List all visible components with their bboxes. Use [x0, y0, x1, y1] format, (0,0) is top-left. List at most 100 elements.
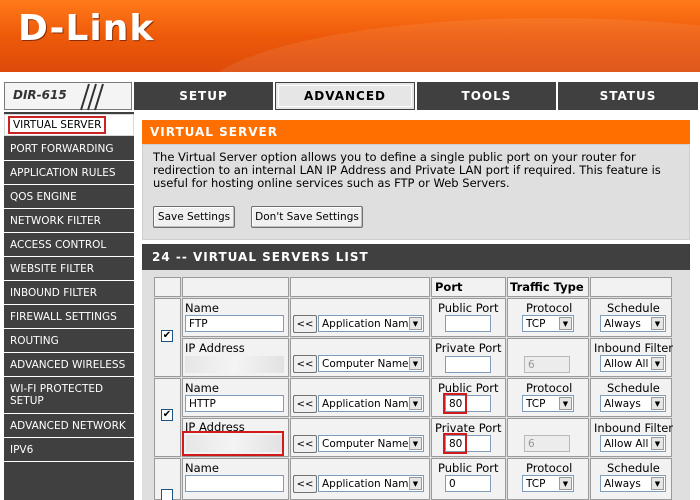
row1-public-port-input[interactable] — [445, 315, 491, 332]
chevron-down-icon: ▼ — [651, 317, 664, 330]
tab-status[interactable]: STATUS — [558, 82, 698, 110]
sidebar-item-wifi-protected-setup[interactable]: WI-FI PROTECTED SETUP — [4, 377, 134, 414]
row1-application-name-select[interactable]: Application Name ▼ — [318, 315, 424, 332]
row2-computer-copy-button[interactable]: << — [293, 435, 317, 453]
sidebar-item-advanced-wireless[interactable]: ADVANCED WIRELESS — [4, 353, 134, 377]
model-label: DIR-615 — [13, 88, 67, 102]
sidebar-item-advanced-network[interactable]: ADVANCED NETWORK — [4, 414, 134, 438]
row3-schedule-select[interactable]: Always ▼ — [600, 475, 666, 492]
row1-protocol-value: TCP — [526, 317, 546, 330]
row2-public-port-highlight — [443, 393, 467, 414]
row2-computer-name-value: Computer Name — [322, 437, 409, 450]
sidebar-item-firewall-settings[interactable]: FIREWALL SETTINGS — [4, 305, 134, 329]
sidebar-item-inbound-filter[interactable]: INBOUND FILTER — [4, 281, 134, 305]
sidebar-item-label: INBOUND FILTER — [10, 286, 98, 299]
tab-advanced-frame — [278, 85, 412, 107]
model-badge: DIR-615 — [4, 82, 132, 111]
tab-advanced[interactable]: ADVANCED — [275, 82, 415, 110]
chevron-down-icon: ▼ — [559, 397, 572, 410]
nav-row: DIR-615 SETUP ADVANCED TOOLS STATUS — [0, 80, 700, 112]
traffic-type-header: Traffic Type — [510, 280, 584, 294]
row3-public-port-input[interactable]: 0 — [445, 475, 491, 492]
row2-protocol-number-input: 6 — [524, 435, 570, 452]
tab-setup[interactable]: SETUP — [134, 82, 273, 110]
slashes-icon — [80, 83, 104, 111]
row3-protocol-label: Protocol — [526, 461, 573, 475]
row1-computer-name-select[interactable]: Computer Name ▼ — [318, 355, 424, 372]
row2-protocol-select[interactable]: TCP ▼ — [522, 395, 574, 412]
sidebar-item-label: ADVANCED WIRELESS — [10, 358, 126, 371]
row1-enable-checkbox[interactable]: ✔ — [161, 330, 173, 342]
sidebar-item-access-control[interactable]: ACCESS CONTROL — [4, 233, 134, 257]
row2-application-name-select[interactable]: Application Name ▼ — [318, 395, 424, 412]
row3-application-name-select[interactable]: Application Name ▼ — [318, 475, 424, 492]
row1-schedule-label: Schedule — [607, 301, 660, 315]
row1-application-name-value: Application Name — [322, 317, 415, 330]
row2-schedule-value: Always — [604, 397, 641, 410]
row2-app-copy-button[interactable]: << — [293, 395, 317, 413]
row3-protocol-select[interactable]: TCP ▼ — [522, 475, 574, 492]
row1-inbound-filter-select[interactable]: Allow All ▼ — [600, 355, 666, 372]
row3-schedule-label: Schedule — [607, 461, 660, 475]
row3-name-label: Name — [185, 461, 219, 475]
row3-app-copy-button[interactable]: << — [293, 475, 317, 493]
sidebar-item-label: IPV6 — [10, 443, 34, 456]
tab-tools[interactable]: TOOLS — [417, 82, 556, 110]
row3-schedule-value: Always — [604, 477, 641, 490]
save-settings-button[interactable]: Save Settings — [153, 206, 235, 228]
row2-name-input[interactable]: HTTP — [185, 395, 284, 412]
chevron-down-icon: ▼ — [651, 357, 664, 370]
sidebar-item-network-filter[interactable]: NETWORK FILTER — [4, 209, 134, 233]
row1-name-input[interactable]: FTP — [185, 315, 284, 332]
sidebar-item-label: QOS ENGINE — [10, 190, 77, 203]
row2-enable-checkbox[interactable]: ✔ — [161, 409, 173, 421]
sidebar-item-qos-engine[interactable]: QOS ENGINE — [4, 185, 134, 209]
dont-save-settings-button[interactable]: Don't Save Settings — [251, 206, 363, 228]
row3-name-input[interactable] — [185, 475, 284, 492]
sidebar-item-label: APPLICATION RULES — [10, 166, 116, 179]
row3-enable-checkbox[interactable] — [161, 489, 173, 500]
row1-protocol-select[interactable]: TCP ▼ — [522, 315, 574, 332]
chevron-down-icon: ▼ — [559, 317, 572, 330]
sidebar-item-label: ROUTING — [10, 334, 59, 347]
virtual-server-panel: The Virtual Server option allows you to … — [142, 144, 690, 240]
sidebar-item-label: FIREWALL SETTINGS — [10, 310, 117, 323]
row2-schedule-select[interactable]: Always ▼ — [600, 395, 666, 412]
header-cell-name — [182, 277, 289, 297]
row2-inbound-filter-select[interactable]: Allow All ▼ — [600, 435, 666, 452]
row1-inbound-filter-value: Allow All — [604, 357, 649, 370]
row2-computer-name-select[interactable]: Computer Name ▼ — [318, 435, 424, 452]
row2-protocol-label: Protocol — [526, 381, 573, 395]
sidebar-item-website-filter[interactable]: WEBSITE FILTER — [4, 257, 134, 281]
row1-ip-label: IP Address — [185, 341, 245, 355]
row1-protocol-number-input: 6 — [524, 356, 570, 373]
row2-protocol-value: TCP — [526, 397, 546, 410]
row1-schedule-select[interactable]: Always ▼ — [600, 315, 666, 332]
sidebar-item-virtual-server[interactable]: VIRTUAL SERVER — [4, 114, 134, 136]
chevron-down-icon: ▼ — [651, 397, 664, 410]
row1-app-copy-button[interactable]: << — [293, 315, 317, 333]
chevron-down-icon: ▼ — [651, 437, 664, 450]
row2-schedule-label: Schedule — [607, 381, 660, 395]
sidebar: VIRTUAL SERVER PORT FORWARDING APPLICATI… — [4, 112, 134, 500]
sidebar-item-label: VIRTUAL SERVER — [7, 116, 107, 134]
header-cell-schedule — [590, 277, 672, 297]
sidebar-item-label: WEBSITE FILTER — [10, 262, 95, 275]
sidebar-item-application-rules[interactable]: APPLICATION RULES — [4, 161, 134, 185]
chevron-down-icon: ▼ — [559, 477, 572, 490]
row2-ip-highlight — [182, 431, 284, 456]
sidebar-item-port-forwarding[interactable]: PORT FORWARDING — [4, 137, 134, 161]
sidebar-item-routing[interactable]: ROUTING — [4, 329, 134, 353]
chevron-down-icon: ▼ — [651, 477, 664, 490]
virtual-servers-list-title: 24 -- VIRTUAL SERVERS LIST — [142, 244, 690, 270]
row1-computer-copy-button[interactable]: << — [293, 355, 317, 373]
row1-inbound-filter-label: Inbound Filter — [594, 341, 674, 355]
chevron-down-icon: ▼ — [409, 317, 422, 330]
sidebar-item-label: NETWORK FILTER — [10, 214, 101, 227]
sidebar-item-ipv6[interactable]: IPV6 — [4, 438, 134, 462]
row1-private-port-input[interactable] — [445, 356, 491, 373]
row1-private-port-label: Private Port — [435, 341, 502, 355]
chevron-down-icon: ▼ — [409, 477, 422, 490]
row1-ip-input[interactable] — [185, 356, 284, 373]
row2-application-name-value: Application Name — [322, 397, 415, 410]
